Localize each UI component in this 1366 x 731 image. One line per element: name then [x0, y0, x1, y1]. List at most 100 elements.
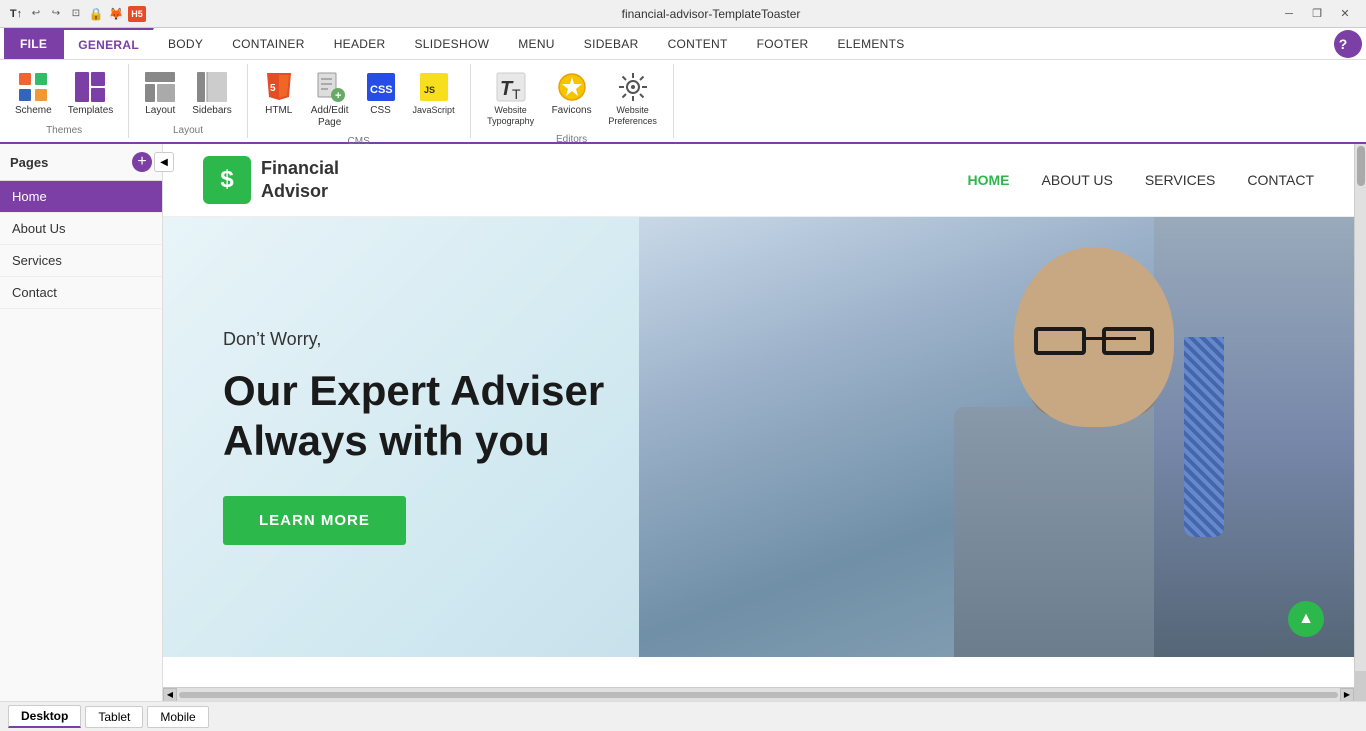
- css-button[interactable]: CSS CSS: [358, 66, 404, 122]
- lock-icon[interactable]: 🔒: [88, 6, 104, 22]
- title-bar-left: T↑ ↩ ↪ ⊡ 🔒 🦊 H5: [8, 6, 146, 22]
- templates-icon: [74, 71, 106, 103]
- scroll-thumb-vertical[interactable]: [1357, 146, 1365, 186]
- help-button[interactable]: ?: [1334, 30, 1362, 58]
- window-controls[interactable]: ─ ❐ ✕: [1276, 5, 1358, 23]
- addedit-button[interactable]: + Add/EditPage: [304, 66, 356, 134]
- hero-cta-button[interactable]: LEARN MORE: [223, 496, 406, 545]
- canvas-area: $ Financial Advisor HOME ABOUT US SERVIC…: [163, 144, 1366, 701]
- sidebar-item-about[interactable]: About Us: [0, 213, 162, 245]
- collapse-sidebar-button[interactable]: ◀: [154, 152, 174, 172]
- editors-buttons: T T Website Typography Favicons: [479, 66, 665, 132]
- logo-icon: $: [203, 156, 251, 204]
- site-header: $ Financial Advisor HOME ABOUT US SERVIC…: [163, 144, 1354, 217]
- typography-icon: T T: [495, 71, 527, 103]
- sidebar-title: Pages: [10, 155, 48, 170]
- favicons-label: Favicons: [552, 105, 592, 117]
- sidebar: ◀ Pages + Home About Us Services Contact: [0, 144, 163, 701]
- svg-text:T: T: [512, 86, 521, 102]
- tab-slideshow[interactable]: SLIDESHOW: [401, 28, 505, 59]
- html-button[interactable]: 5 HTML: [256, 66, 302, 122]
- vertical-scrollbar[interactable]: [1354, 144, 1366, 671]
- preferences-label: Website Preferences: [608, 105, 658, 127]
- svg-text:+: +: [335, 90, 341, 102]
- person-figure-2: [1154, 217, 1354, 657]
- favicons-button[interactable]: Favicons: [545, 66, 599, 122]
- tab-footer[interactable]: FOOTER: [743, 28, 824, 59]
- minimize-button[interactable]: ─: [1276, 5, 1302, 23]
- tab-menu[interactable]: MENU: [504, 28, 570, 59]
- browser-icon[interactable]: 🦊: [108, 6, 124, 22]
- layout-icon: [144, 71, 176, 103]
- glass-bridge: [1084, 337, 1136, 340]
- undo-icon[interactable]: ↩: [28, 6, 44, 22]
- hero-image: [639, 217, 1354, 657]
- hero-content: Don’t Worry, Our Expert Adviser Always w…: [163, 329, 664, 546]
- restore-button[interactable]: ❐: [1304, 5, 1330, 23]
- main-area: ◀ Pages + Home About Us Services Contact…: [0, 144, 1366, 701]
- scroll-up-button[interactable]: ▲: [1288, 601, 1324, 637]
- horizontal-scrollbar[interactable]: ◀ ▶: [163, 687, 1354, 701]
- view-tablet-button[interactable]: Tablet: [85, 706, 143, 728]
- layout-buttons: Layout Sidebars: [137, 66, 238, 123]
- tab-general[interactable]: GENERAL: [64, 28, 154, 59]
- ribbon-group-themes: Scheme Templates Themes: [0, 64, 129, 138]
- scheme-label: Scheme: [15, 105, 52, 117]
- sidebars-icon: [196, 71, 228, 103]
- tab-container[interactable]: CONTAINER: [218, 28, 319, 59]
- ribbon-group-editors: T T Website Typography Favicons: [471, 64, 674, 138]
- person-head: [1014, 247, 1174, 427]
- redo-icon[interactable]: ↪: [48, 6, 64, 22]
- preview-site: $ Financial Advisor HOME ABOUT US SERVIC…: [163, 144, 1354, 687]
- editors-group-label: Editors: [556, 134, 587, 145]
- scheme-button[interactable]: Scheme: [8, 66, 59, 122]
- svg-text:CSS: CSS: [370, 84, 393, 96]
- sidebar-item-home[interactable]: Home: [0, 181, 162, 213]
- layout-button[interactable]: Layout: [137, 66, 183, 122]
- nav-about[interactable]: ABOUT US: [1042, 172, 1113, 188]
- save-icon[interactable]: ⊡: [68, 6, 84, 22]
- view-desktop-button[interactable]: Desktop: [8, 705, 81, 728]
- hero-title: Our Expert Adviser Always with you: [223, 366, 604, 467]
- close-button[interactable]: ✕: [1332, 5, 1358, 23]
- scroll-right-arrow[interactable]: ▶: [1340, 688, 1354, 702]
- glass-right: [1102, 327, 1154, 355]
- ribbon-group-layout: Layout Sidebars Layout: [129, 64, 247, 138]
- nav-contact[interactable]: CONTACT: [1247, 172, 1314, 188]
- html-icon: 5: [263, 71, 295, 103]
- window-title: financial-advisor-TemplateToaster: [146, 7, 1276, 21]
- typography-button[interactable]: T T Website Typography: [479, 66, 543, 132]
- preferences-button[interactable]: Website Preferences: [601, 66, 665, 132]
- tab-content[interactable]: CONTENT: [654, 28, 743, 59]
- css-label: CSS: [370, 105, 391, 117]
- add-page-button[interactable]: +: [132, 152, 152, 172]
- status-bar: Desktop Tablet Mobile: [0, 701, 1366, 731]
- sidebars-button[interactable]: Sidebars: [185, 66, 238, 122]
- themes-group-label: Themes: [46, 125, 82, 136]
- tab-sidebar[interactable]: SIDEBAR: [570, 28, 654, 59]
- app-icons: T↑ ↩ ↪ ⊡ 🔒 🦊 H5: [8, 6, 146, 22]
- tab-file[interactable]: FILE: [4, 28, 64, 59]
- templates-button[interactable]: Templates: [61, 66, 121, 122]
- svg-text:5: 5: [270, 83, 276, 94]
- tab-elements[interactable]: ELEMENTS: [823, 28, 919, 59]
- sidebar-item-services[interactable]: Services: [0, 245, 162, 277]
- tab-header[interactable]: HEADER: [320, 28, 401, 59]
- tab-body[interactable]: BODY: [154, 28, 218, 59]
- js-button[interactable]: JS JavaScript: [406, 66, 462, 121]
- sidebars-label: Sidebars: [192, 105, 231, 117]
- cms-buttons: 5 HTML +: [256, 66, 462, 134]
- scroll-left-arrow[interactable]: ◀: [163, 688, 177, 702]
- favicons-icon: [556, 71, 588, 103]
- html5-icon[interactable]: H5: [128, 6, 146, 22]
- nav-services[interactable]: SERVICES: [1145, 172, 1216, 188]
- site-logo: $ Financial Advisor: [203, 156, 339, 204]
- app-icon-t: T↑: [8, 6, 24, 22]
- svg-text:JS: JS: [424, 85, 435, 95]
- sidebar-item-contact[interactable]: Contact: [0, 277, 162, 309]
- css-icon: CSS: [365, 71, 397, 103]
- ribbon-tabs: FILE GENERAL BODY CONTAINER HEADER SLIDE…: [0, 28, 1366, 60]
- view-mobile-button[interactable]: Mobile: [147, 706, 208, 728]
- nav-home[interactable]: HOME: [968, 172, 1010, 188]
- ribbon-content: Scheme Templates Themes: [0, 60, 1366, 142]
